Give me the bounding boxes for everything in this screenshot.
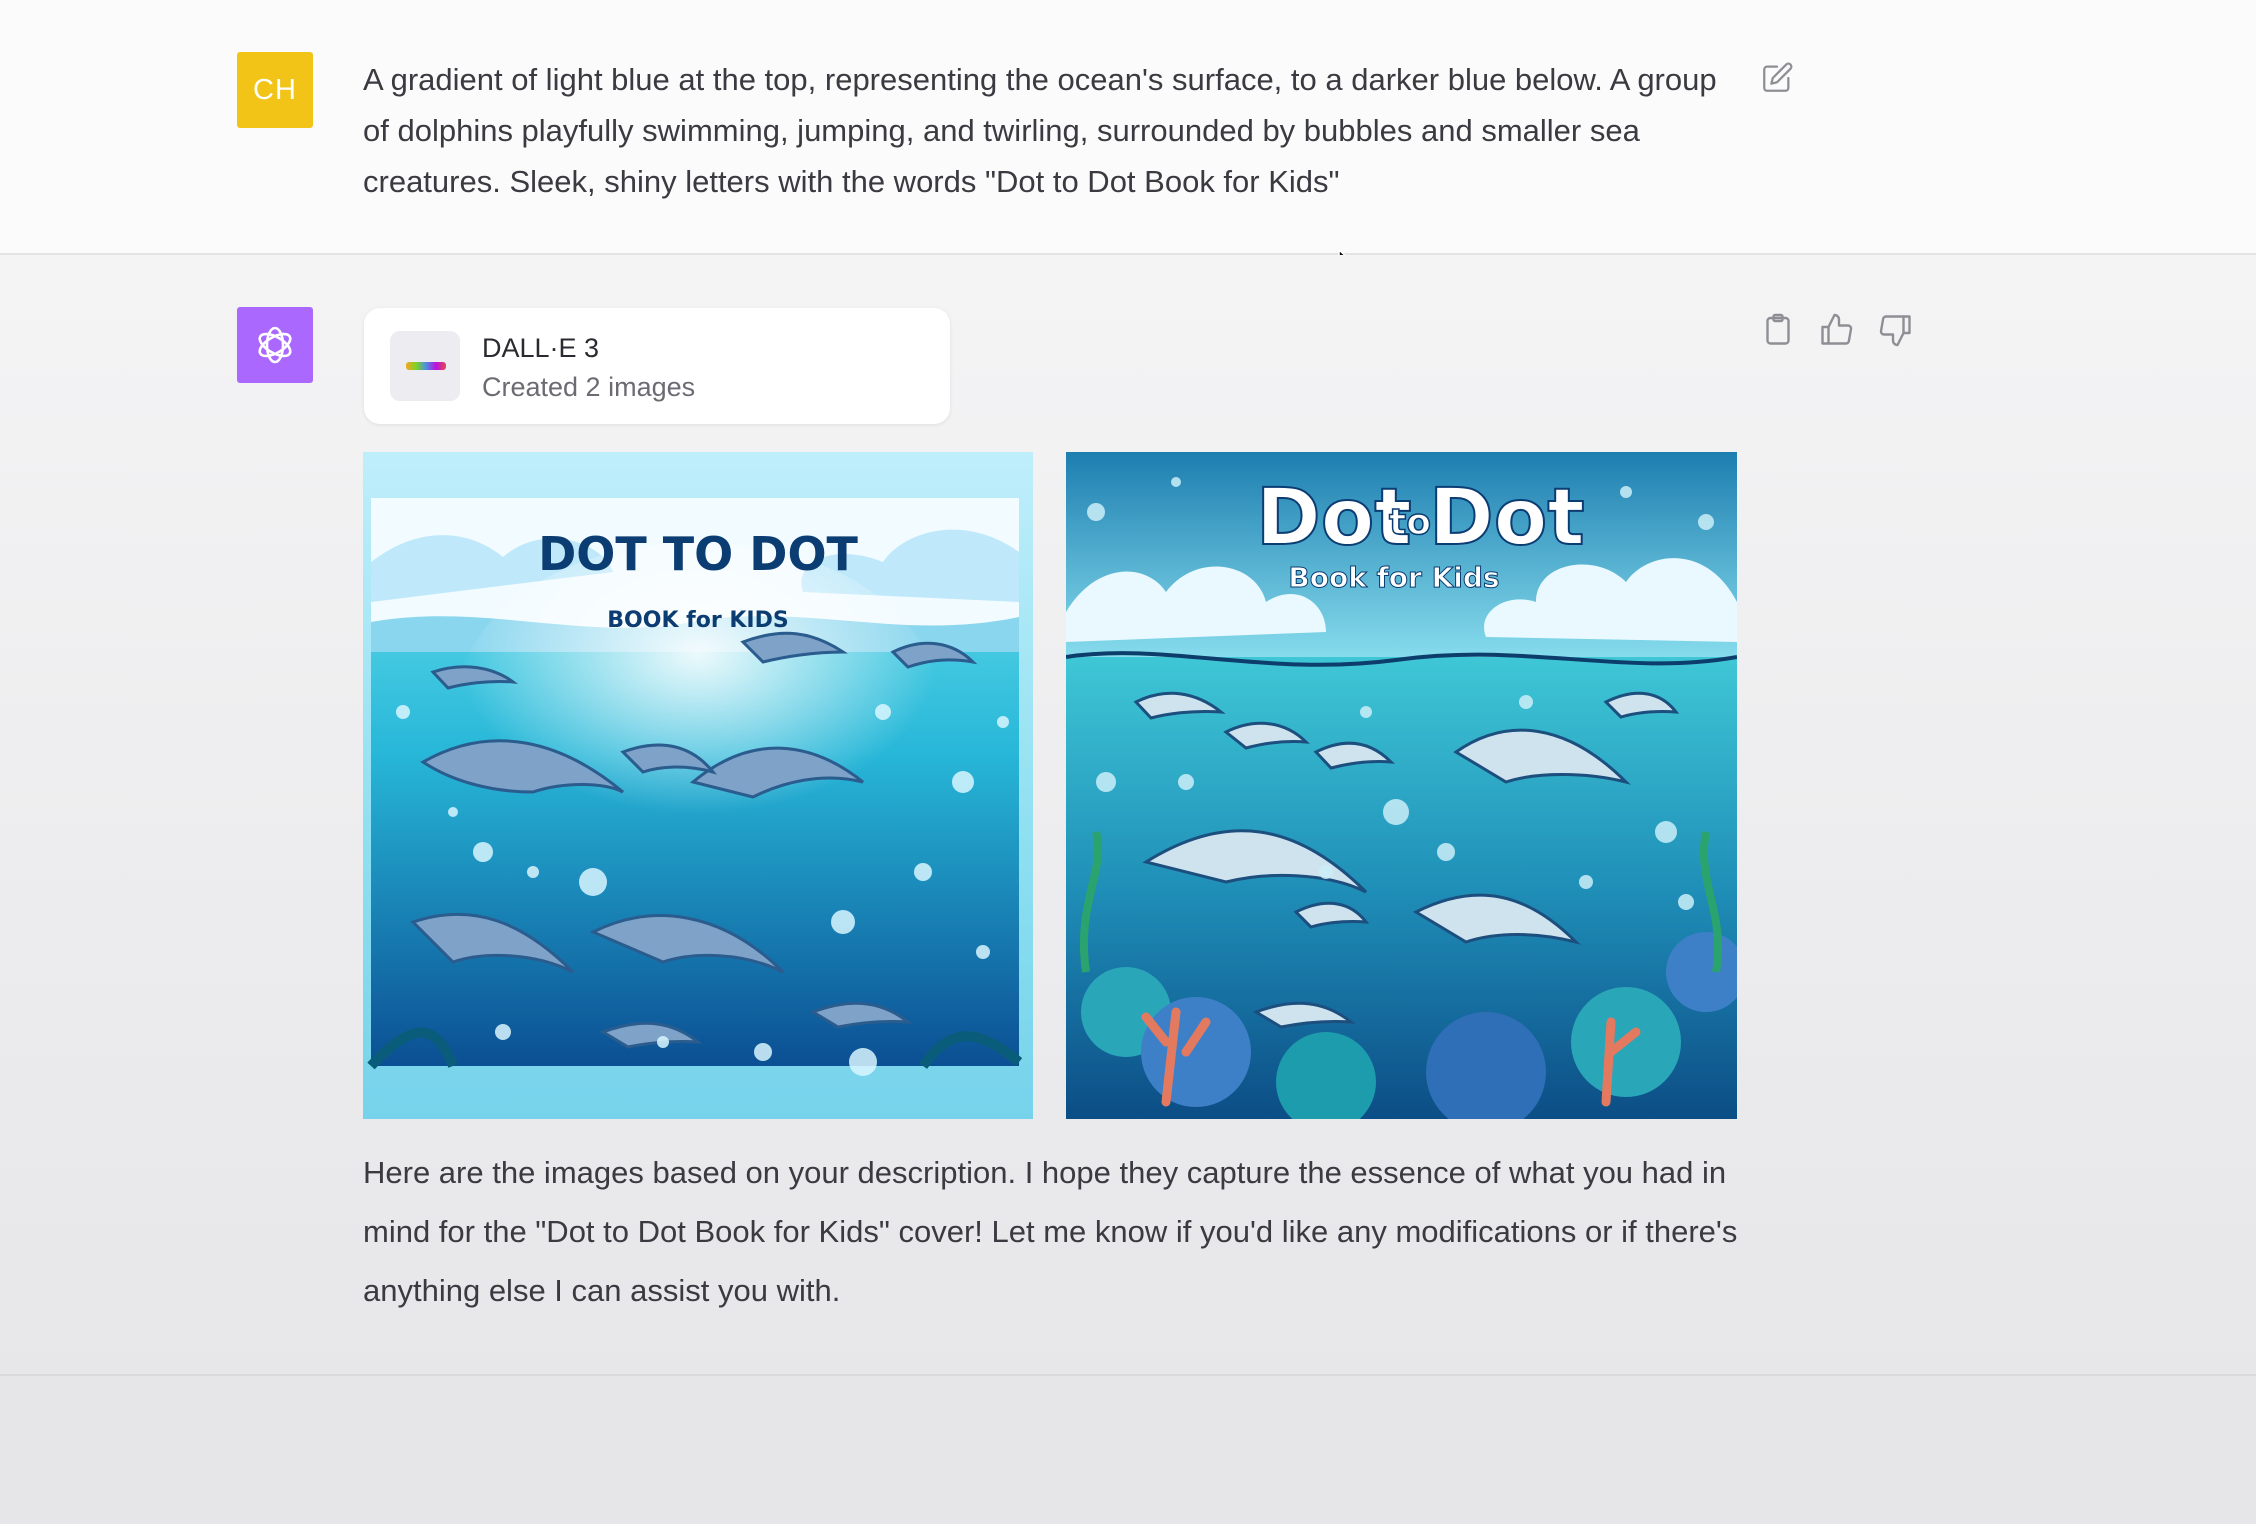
user-message-row: CH A gradient of light blue at the top, … (0, 0, 2256, 255)
clipboard-icon[interactable] (1760, 312, 1796, 348)
generated-image-2[interactable]: Dot to Dot Book for Kids (1066, 452, 1737, 1119)
thumbs-down-icon[interactable] (1878, 312, 1914, 348)
user-avatar-initials: CH (253, 73, 297, 106)
dalle-tool-card[interactable]: DALL·E 3 Created 2 images (364, 308, 950, 424)
image-2-subtitle: Book for Kids (1288, 561, 1499, 594)
openai-logo-icon (258, 326, 292, 364)
edit-icon[interactable] (1760, 61, 1794, 95)
image-2-title-dot-2: Dot (1429, 473, 1585, 563)
image-1-title: DOT TO DOT (538, 527, 858, 581)
assistant-reply-text: Here are the images based on your descri… (363, 1155, 1738, 1308)
image-1-subtitle: BOOK for KIDS (607, 608, 788, 633)
assistant-message-row: DALL·E 3 Created 2 images DOT TO DOT BOO… (0, 255, 2256, 1376)
assistant-avatar (237, 307, 313, 383)
tool-status: Created 2 images (482, 372, 696, 402)
dalle-thumbnail-icon (390, 331, 460, 401)
image-2-title-to: to (1389, 502, 1431, 543)
user-message-text: A gradient of light blue at the top, rep… (363, 62, 1717, 199)
generated-image-1[interactable]: DOT TO DOT BOOK for KIDS (363, 452, 1033, 1119)
thumbs-up-icon[interactable] (1818, 312, 1854, 348)
user-avatar: CH (237, 52, 313, 128)
tool-name: DALL·E 3 (482, 333, 600, 363)
